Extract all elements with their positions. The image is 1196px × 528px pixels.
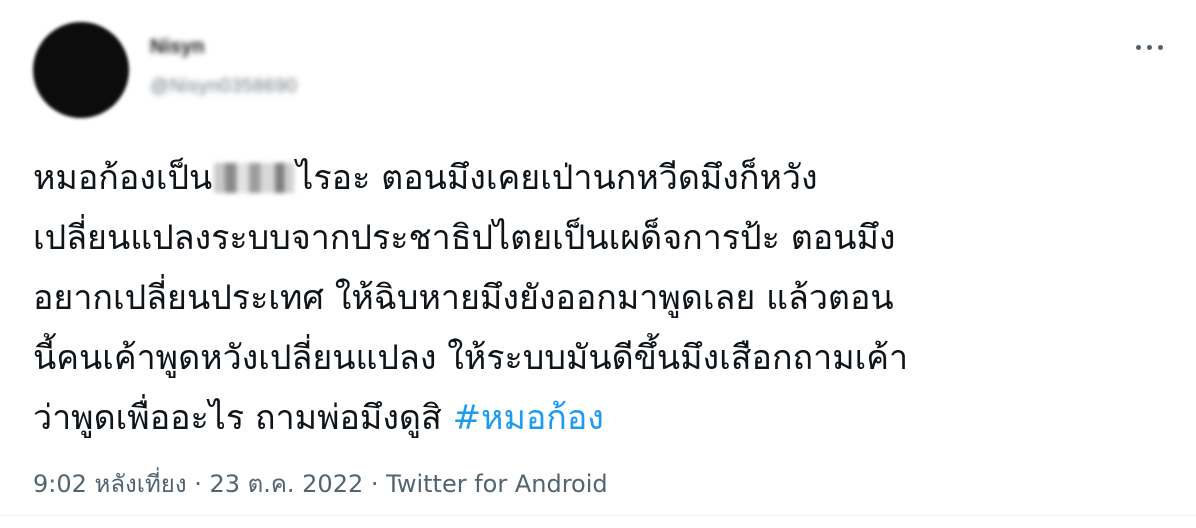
hashtag-link[interactable]: #หมอก้อง — [453, 398, 604, 438]
tweet-text-segment: หมอก้องเป็น — [33, 158, 213, 198]
tweet-text-segment: ไรอะ ตอนมึงเคยเป่านกหวีดมึงก็หวัง — [296, 158, 818, 198]
avatar[interactable] — [33, 22, 129, 118]
tweet-text: หมอก้องเป็น ไรอะ ตอนมึงเคยเป่านกหวีดมึงก็… — [33, 148, 1173, 448]
author-display-name[interactable]: Nisyn — [150, 36, 204, 59]
more-options-icon[interactable] — [1129, 32, 1169, 62]
tweet-line-1: หมอก้องเป็น ไรอะ ตอนมึงเคยเป่านกหวีดมึงก็… — [33, 148, 1173, 208]
dot — [1157, 44, 1163, 50]
separator: · — [186, 470, 210, 498]
tweet-line-5: ว่าพูดเพื่ออะไร ถามพ่อมึงดูสิ #หมอก้อง — [33, 388, 1173, 448]
author-handle[interactable]: @Nisyn0358690 — [150, 76, 297, 98]
dot — [1135, 44, 1141, 50]
divider — [0, 515, 1196, 516]
tweet-text-segment: ว่าพูดเพื่ออะไร ถามพ่อมึงดูสิ — [33, 398, 453, 438]
separator: · — [363, 470, 387, 498]
tweet-source[interactable]: Twitter for Android — [386, 470, 607, 498]
tweet-meta: 9:02 หลังเที่ยง · 23 ต.ค. 2022 · Twitter… — [33, 464, 608, 503]
tweet-time[interactable]: 9:02 หลังเที่ยง — [33, 470, 187, 498]
tweet-line-3: อยากเปลี่ยนประเทศ ให้ฉิบหายมึงยังออกมาพู… — [33, 278, 894, 318]
censored-word — [214, 163, 295, 193]
tweet-line-4: นี้คนเค้าพูดหวังเปลี่ยนแปลง ให้ระบบมันดี… — [33, 338, 909, 378]
tweet-line-2: เปลี่ยนแปลงระบบจากประชาธิปไตยเป็นเผด็จกา… — [33, 218, 896, 258]
tweet-date[interactable]: 23 ต.ค. 2022 — [209, 470, 363, 498]
dot — [1146, 44, 1152, 50]
